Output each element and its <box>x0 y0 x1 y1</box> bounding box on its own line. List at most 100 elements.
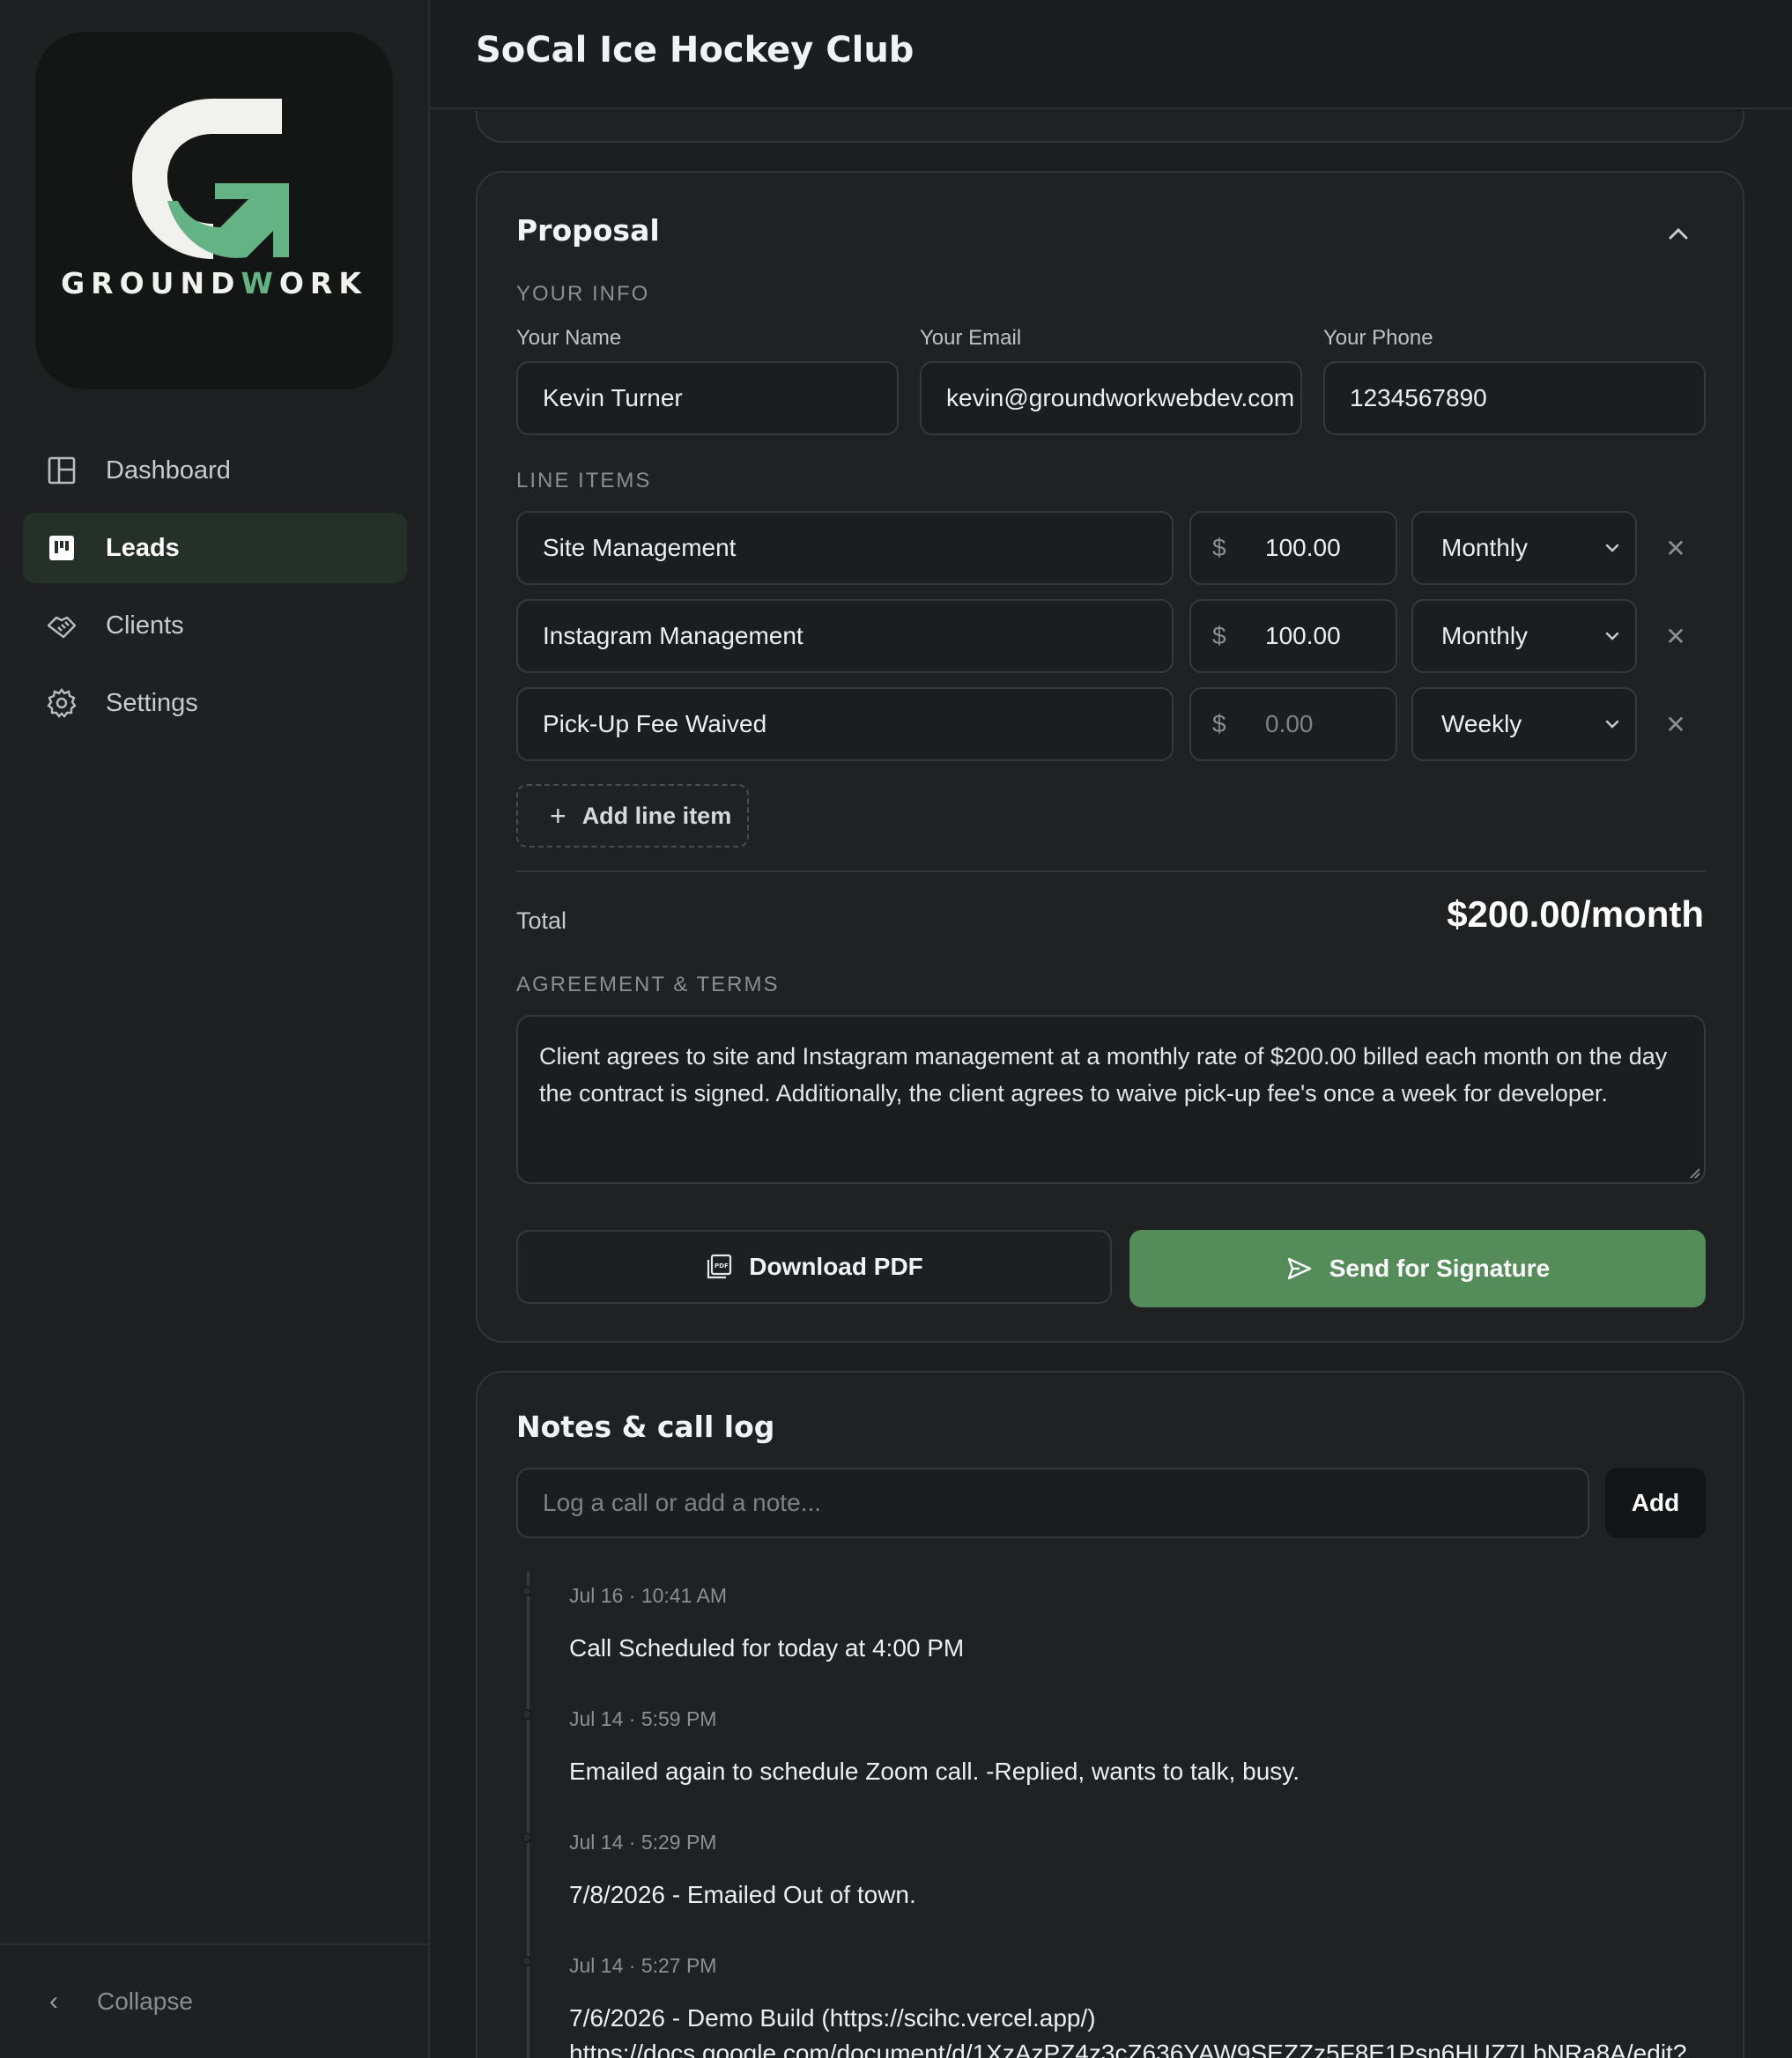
send-for-signature-label: Send for Signature <box>1329 1255 1551 1282</box>
notes-card: Notes & call log Add Jul 16 · 10:41 AM C… <box>476 1371 1744 2058</box>
note-time: Jul 14 · 5:27 PM <box>569 1954 717 1977</box>
sidebar-nav: Dashboard Leads Clients Settings <box>23 435 407 745</box>
note-text-line: 7/6/2026 - Demo Build (https://scihc.ver… <box>569 2004 1096 2032</box>
sidebar-item-dashboard[interactable]: Dashboard <box>23 435 407 506</box>
line-item-price-field[interactable]: $ 0.00 <box>1189 687 1397 761</box>
note-time: Jul 14 · 5:59 PM <box>569 1707 717 1730</box>
name-field[interactable]: Kevin Turner <box>516 361 899 435</box>
close-icon: ✕ <box>1665 534 1686 562</box>
line-item-name-field[interactable]: Instagram Management <box>516 599 1174 673</box>
chevron-down-icon <box>1605 632 1619 640</box>
timeline-dot <box>522 1956 532 1966</box>
sidebar-item-leads[interactable]: Leads <box>23 513 407 583</box>
line-item-name-field[interactable]: Pick-Up Fee Waived <box>516 687 1174 761</box>
note-entry: Jul 16 · 10:41 AM Call Scheduled for tod… <box>522 1584 1706 1666</box>
remove-line-item-button[interactable]: ✕ <box>1658 618 1693 654</box>
close-icon: ✕ <box>1665 710 1686 738</box>
leads-icon <box>46 532 78 564</box>
note-text: Call Scheduled for today at 4:00 PM <box>569 1634 965 1662</box>
svg-text:PDF: PDF <box>715 1262 729 1270</box>
sidebar-item-settings[interactable]: Settings <box>23 668 407 738</box>
add-line-item-label: Add line item <box>581 802 732 829</box>
timeline-dot <box>522 1586 532 1596</box>
download-pdf-button[interactable]: PDF Download PDF <box>516 1230 1112 1304</box>
line-item-frequency-select[interactable]: Monthly <box>1411 511 1637 585</box>
phone-field[interactable]: 1234567890 <box>1323 361 1706 435</box>
currency-symbol: $ <box>1212 710 1226 737</box>
line-item-price-field[interactable]: $ 100.00 <box>1189 511 1397 585</box>
note-entry: Jul 14 · 5:59 PM Emailed again to schedu… <box>522 1707 1706 1789</box>
email-label: Your Email <box>920 326 1022 350</box>
total-value: $200.00/month <box>1447 893 1704 935</box>
note-time: Jul 16 · 10:41 AM <box>569 1584 727 1607</box>
note-entry: Jul 14 · 5:27 PM 7/6/2026 - Demo Build (… <box>522 1954 1706 2058</box>
terms-text: Client agrees to site and Instagram mana… <box>539 1043 1668 1107</box>
chevron-up-icon[interactable] <box>1665 220 1692 247</box>
plus-icon: + <box>550 799 566 832</box>
frequency-value: Monthly <box>1441 622 1529 649</box>
chevron-down-icon <box>1605 544 1619 552</box>
currency-symbol: $ <box>1212 534 1226 561</box>
remove-line-item-button[interactable]: ✕ <box>1658 530 1693 566</box>
total-label: Total <box>516 907 567 934</box>
chevron-left-icon: ‹ <box>49 1987 58 2016</box>
note-link[interactable]: https://docs.google.com/document/d/1XzAz… <box>569 2036 1706 2058</box>
email-field[interactable]: kevin@groundworkwebdev.com <box>920 361 1302 435</box>
timeline-dot <box>522 1832 532 1843</box>
gear-icon <box>46 687 78 719</box>
sidebar-item-clients[interactable]: Clients <box>23 590 407 661</box>
brand-wordmark: GROUNDWORK <box>61 266 367 300</box>
pdf-icon: PDF <box>705 1253 733 1281</box>
line-item-amount: 100.00 <box>1265 534 1341 561</box>
terms-textarea[interactable]: Client agrees to site and Instagram mana… <box>516 1015 1706 1184</box>
terms-label: AGREEMENT & TERMS <box>516 973 780 996</box>
collapse-label: Collapse <box>97 1988 193 2015</box>
frequency-value: Monthly <box>1441 534 1529 561</box>
dashboard-icon <box>46 455 78 486</box>
add-line-item-button[interactable]: + Add line item <box>516 784 749 848</box>
resize-handle-icon[interactable] <box>1688 1166 1700 1179</box>
divider <box>516 870 1706 872</box>
handshake-icon <box>46 610 78 641</box>
chevron-down-icon <box>1605 720 1619 729</box>
currency-symbol: $ <box>1212 622 1226 649</box>
line-item-price-field[interactable]: $ 100.00 <box>1189 599 1397 673</box>
add-note-button[interactable]: Add <box>1605 1468 1706 1538</box>
note-text: 7/8/2026 - Emailed Out of town. <box>569 1881 916 1908</box>
note-text: Emailed again to schedule Zoom call. -Re… <box>569 1758 1300 1785</box>
top-bar: SoCal Ice Hockey Club <box>430 0 1792 109</box>
line-item-name-field[interactable]: Site Management <box>516 511 1174 585</box>
note-entry: Jul 14 · 5:29 PM 7/8/2026 - Emailed Out … <box>522 1831 1706 1913</box>
proposal-title: Proposal <box>516 213 660 248</box>
note-time: Jul 14 · 5:29 PM <box>569 1831 717 1854</box>
previous-card-edge <box>476 111 1744 143</box>
send-for-signature-button[interactable]: Send for Signature <box>1129 1230 1706 1307</box>
remove-line-item-button[interactable]: ✕ <box>1658 707 1693 742</box>
download-pdf-label: Download PDF <box>749 1253 923 1280</box>
timeline-line <box>527 1572 529 2058</box>
note-input[interactable] <box>516 1468 1589 1538</box>
line-item-frequency-select[interactable]: Weekly <box>1411 687 1637 761</box>
sidebar-item-label: Leads <box>106 533 180 562</box>
sidebar-item-label: Clients <box>106 611 184 640</box>
phone-label: Your Phone <box>1323 326 1433 350</box>
brand-logo[interactable]: GROUNDWORK <box>35 32 393 389</box>
proposal-card: Proposal YOUR INFO Your Name Your Email … <box>476 171 1744 1343</box>
collapse-button[interactable]: ‹ Collapse <box>0 1943 428 2058</box>
groundwork-logo-icon <box>132 99 289 259</box>
line-item-frequency-select[interactable]: Monthly <box>1411 599 1637 673</box>
line-items-label: LINE ITEMS <box>516 469 652 492</box>
line-item-amount: 0.00 <box>1265 710 1314 737</box>
sidebar-item-label: Settings <box>106 688 198 717</box>
close-icon: ✕ <box>1665 622 1686 650</box>
page-title: SoCal Ice Hockey Club <box>476 30 915 70</box>
name-label: Your Name <box>516 326 622 350</box>
sidebar-item-label: Dashboard <box>106 455 231 485</box>
sidebar: GROUNDWORK Dashboard Leads Clients Setti… <box>0 0 430 2058</box>
timeline-dot <box>522 1709 532 1720</box>
your-info-label: YOUR INFO <box>516 282 650 306</box>
note-text: 7/6/2026 - Demo Build (https://scihc.ver… <box>569 2001 1706 2058</box>
frequency-value: Weekly <box>1441 710 1522 737</box>
send-icon <box>1285 1255 1314 1283</box>
line-item-amount: 100.00 <box>1265 622 1341 649</box>
